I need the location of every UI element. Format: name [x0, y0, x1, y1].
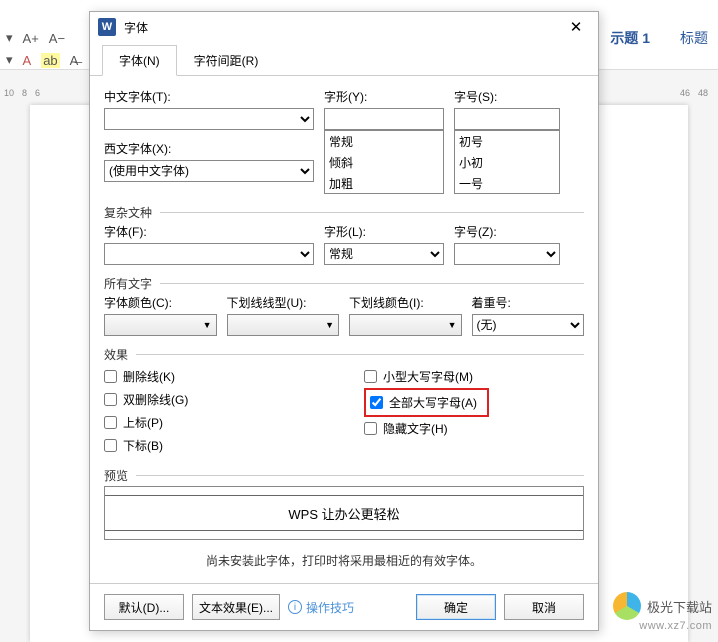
complex-legend: 复杂文种	[104, 194, 584, 223]
complex-font-combo[interactable]	[104, 243, 314, 265]
preview-sample: WPS 让办公更轻松	[288, 504, 399, 523]
western-font-label: 西文字体(X):	[104, 140, 314, 157]
hidden-checkbox[interactable]: 隐藏文字(H)	[364, 417, 584, 440]
ruler-right: 4648	[680, 88, 708, 98]
chinese-font-label: 中文字体(T):	[104, 88, 314, 105]
list-item[interactable]: 倾斜	[325, 152, 443, 173]
smallcaps-label: 小型大写字母(M)	[383, 368, 473, 385]
complex-style-combo[interactable]: 常规	[324, 243, 444, 265]
size-input[interactable]	[454, 108, 560, 130]
dropdown-caret-icon[interactable]: ▾	[6, 30, 13, 46]
ruler-left: 1086	[4, 88, 40, 98]
font-color-picker[interactable]: ▼	[104, 314, 217, 336]
clear-format-icon[interactable]: A̶	[70, 53, 79, 68]
info-icon: i	[288, 600, 302, 614]
list-item[interactable]: 加粗	[325, 173, 443, 194]
decrease-font-icon[interactable]: A−	[49, 31, 65, 46]
list-item[interactable]: 初号	[455, 131, 559, 152]
font-color-label: 字体颜色(C):	[104, 294, 217, 311]
effects-legend: 效果	[104, 336, 584, 365]
subscript-checkbox[interactable]: 下标(B)	[104, 434, 324, 457]
ok-button[interactable]: 确定	[416, 594, 496, 620]
highlight-icon[interactable]: ab	[41, 53, 59, 68]
dropdown-caret-icon[interactable]: ▾	[6, 52, 13, 68]
complex-size-combo[interactable]	[454, 243, 560, 265]
app-icon: W	[98, 18, 116, 36]
titlebar: W 字体 ✕	[90, 12, 598, 40]
dialog-title: 字体	[124, 19, 148, 36]
increase-font-icon[interactable]: A+	[23, 31, 39, 46]
tab-font[interactable]: 字体(N)	[102, 45, 177, 76]
western-font-combo[interactable]: (使用中文字体)	[104, 160, 314, 182]
style-label: 字形(Y):	[324, 88, 444, 105]
style-listbox[interactable]: 常规 倾斜 加粗	[324, 130, 444, 194]
list-item[interactable]: 小初	[455, 152, 559, 173]
tips-label: 操作技巧	[306, 599, 354, 616]
complex-style-label: 字形(L):	[324, 223, 444, 240]
chevron-down-icon: ▼	[203, 320, 212, 330]
sub-label: 下标(B)	[123, 437, 163, 454]
chinese-font-combo[interactable]	[104, 108, 314, 130]
double-strike-checkbox[interactable]: 双删除线(G)	[104, 388, 324, 411]
bg-toolbar-icons: ▾ A+ A− ▾ A ab A̶	[6, 30, 78, 68]
close-button[interactable]: ✕	[562, 18, 590, 36]
strike-label: 删除线(K)	[123, 368, 175, 385]
allcaps-checkbox[interactable]: 全部大写字母(A)	[370, 391, 477, 414]
super-label: 上标(P)	[123, 414, 163, 431]
style-heading-2[interactable]: 标题	[680, 28, 708, 48]
font-dialog: W 字体 ✕ 字体(N) 字符间距(R) 中文字体(T): 西文字体(X): (…	[89, 11, 599, 631]
preview-hint: 尚未安装此字体，打印时将采用最相近的有效字体。	[104, 540, 584, 573]
chevron-down-icon: ▼	[448, 320, 457, 330]
underline-style-picker[interactable]: ▼	[227, 314, 340, 336]
cancel-button[interactable]: 取消	[504, 594, 584, 620]
underline-color-label: 下划线颜色(I):	[349, 294, 462, 311]
emphasis-label: 着重号:	[472, 294, 585, 311]
allfonts-legend: 所有文字	[104, 265, 584, 294]
dstrike-label: 双删除线(G)	[123, 391, 188, 408]
allcaps-label: 全部大写字母(A)	[389, 394, 477, 411]
superscript-checkbox[interactable]: 上标(P)	[104, 411, 324, 434]
chevron-down-icon: ▼	[325, 320, 334, 330]
strike-checkbox[interactable]: 删除线(K)	[104, 365, 324, 388]
size-listbox[interactable]: 初号 小初 一号	[454, 130, 560, 194]
list-item[interactable]: 一号	[455, 173, 559, 194]
allcaps-highlight: 全部大写字母(A)	[364, 388, 489, 417]
font-color-icon[interactable]: A	[23, 53, 32, 68]
style-heading-1[interactable]: 示题 1	[610, 28, 650, 48]
complex-font-label: 字体(F):	[104, 223, 314, 240]
style-gallery[interactable]: 示题 1 标题	[610, 28, 708, 48]
hidden-label: 隐藏文字(H)	[383, 420, 448, 437]
dialog-footer: 默认(D)... 文本效果(E)... i 操作技巧 确定 取消	[90, 583, 598, 630]
tab-spacing[interactable]: 字符间距(R)	[177, 45, 276, 76]
complex-size-label: 字号(Z):	[454, 223, 560, 240]
tab-strip: 字体(N) 字符间距(R)	[90, 44, 598, 76]
size-label: 字号(S):	[454, 88, 560, 105]
preview-box: WPS 让办公更轻松	[104, 486, 584, 540]
emphasis-combo[interactable]: (无)	[472, 314, 585, 336]
underline-style-label: 下划线线型(U):	[227, 294, 340, 311]
preview-legend: 预览	[104, 457, 584, 486]
text-effect-button[interactable]: 文本效果(E)...	[192, 594, 280, 620]
underline-color-picker[interactable]: ▼	[349, 314, 462, 336]
style-input[interactable]	[324, 108, 444, 130]
smallcaps-checkbox[interactable]: 小型大写字母(M)	[364, 365, 584, 388]
default-button[interactable]: 默认(D)...	[104, 594, 184, 620]
list-item[interactable]: 常规	[325, 131, 443, 152]
tips-link[interactable]: i 操作技巧	[288, 599, 354, 616]
